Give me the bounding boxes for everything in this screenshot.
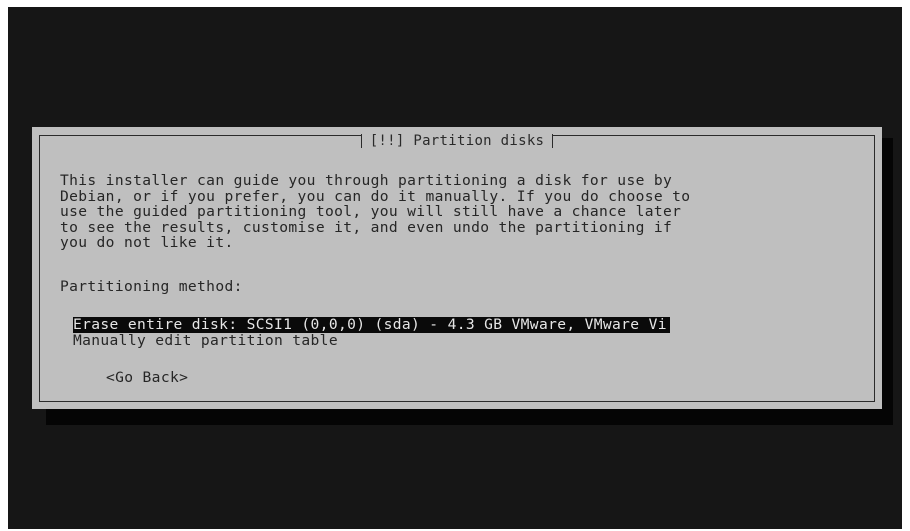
description-line: use the guided partitioning tool, you wi…: [60, 203, 682, 220]
dialog-frame: [!!] Partition disks This installer can …: [39, 134, 875, 402]
dialog-description: This installer can guide you through par…: [60, 173, 860, 251]
description-line: to see the results, customise it, and ev…: [60, 218, 673, 236]
go-back-button[interactable]: <Go Back>: [106, 370, 188, 386]
partitioning-method-label: Partitioning method:: [60, 278, 243, 295]
dialog-title-bar: [!!] Partition disks: [40, 134, 874, 148]
partition-disks-dialog: [!!] Partition disks This installer can …: [32, 127, 882, 409]
description-line: This installer can guide you through par…: [60, 172, 673, 189]
dialog-title: [!!] Partition disks: [360, 134, 554, 148]
option-manual-partition[interactable]: Manually edit partition table: [73, 333, 338, 349]
description-line: you do not like it.: [60, 234, 234, 251]
description-line: Debian, or if you prefer, you can do it …: [60, 187, 691, 205]
option-erase-entire-disk[interactable]: Erase entire disk: SCSI1 (0,0,0) (sda) -…: [73, 317, 670, 333]
